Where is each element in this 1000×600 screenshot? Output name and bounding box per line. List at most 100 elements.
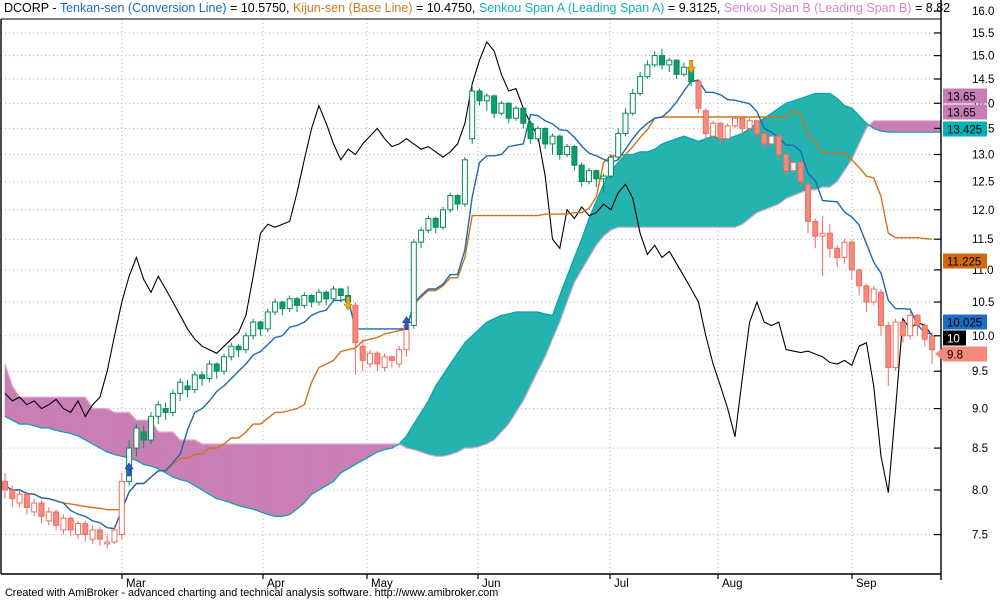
cloud-segment xyxy=(918,121,925,132)
cloud-segment xyxy=(691,139,698,228)
cloud-segment xyxy=(830,94,837,188)
cloud-segment xyxy=(604,171,611,237)
y-tick-label: 12.0 xyxy=(972,205,994,217)
candle-body xyxy=(871,289,876,302)
cloud-segment xyxy=(925,121,932,132)
cloud-segment xyxy=(450,353,457,454)
y-tick-label: 10.0 xyxy=(972,331,994,343)
cloud-segment xyxy=(209,444,216,499)
candle-body xyxy=(594,171,599,179)
cloud-segment xyxy=(647,149,654,227)
candle-body xyxy=(587,171,592,182)
candle-body xyxy=(565,147,570,155)
candle-body xyxy=(535,128,540,138)
cloud-segment xyxy=(195,440,202,490)
candle-body xyxy=(54,512,59,526)
candle-body xyxy=(24,494,29,507)
candle-body xyxy=(192,375,197,390)
cloud-segment xyxy=(436,375,443,456)
month-label: Sep xyxy=(856,578,876,590)
cloud-segment xyxy=(282,444,289,516)
cloud-segment xyxy=(509,312,516,424)
flag-value: 11.225 xyxy=(947,257,981,269)
candle-body xyxy=(331,289,336,299)
y-tick-label: 12.5 xyxy=(972,177,994,189)
cloud-segment xyxy=(56,397,63,432)
credit-footer: Created with AmiBroker - advanced charti… xyxy=(5,587,498,599)
price-flag: 10 xyxy=(943,331,966,346)
candle-body xyxy=(470,91,475,139)
price-plot[interactable]: 16.015.515.014.514.013.513.012.512.011.5… xyxy=(0,0,1000,600)
cloud-segment xyxy=(334,444,341,481)
y-axis: 16.015.515.014.514.013.513.012.512.011.5… xyxy=(934,6,994,542)
title-segment: Senkou Span A (Leading Span A) xyxy=(479,1,665,15)
cloud-segment xyxy=(107,409,114,455)
candle-body xyxy=(61,518,66,530)
y-tick-label: 9.0 xyxy=(972,404,988,416)
cloud-segment xyxy=(728,136,735,227)
flag-value: 13.65 xyxy=(947,108,976,120)
cloud-segment xyxy=(253,444,260,512)
candle-body xyxy=(273,302,278,312)
cloud-segment xyxy=(93,409,100,449)
candle-body xyxy=(258,322,263,329)
candle-body xyxy=(163,409,168,413)
cloud-segment xyxy=(545,314,552,357)
cloud-segment xyxy=(275,444,282,516)
candle-body xyxy=(601,176,606,179)
month-label: Aug xyxy=(722,578,742,590)
candle-body xyxy=(842,242,847,257)
month-label: Jul xyxy=(614,578,629,590)
candle-body xyxy=(550,136,555,144)
chart-title: DCORP - Tenkan-sen (Conversion Line) = 1… xyxy=(4,1,950,15)
candle-body xyxy=(119,481,124,534)
cloud-segment xyxy=(699,139,706,228)
candle-body xyxy=(645,65,650,77)
candle-body xyxy=(353,305,358,342)
candle-body xyxy=(397,350,402,364)
candle-body xyxy=(389,357,394,361)
cloud-segment xyxy=(421,401,428,455)
candle-body xyxy=(455,196,460,205)
candle-body xyxy=(433,218,438,227)
candle-body xyxy=(375,353,380,364)
y-tick-label: 15.5 xyxy=(972,28,994,40)
cloud-segment xyxy=(487,319,494,444)
candle-body xyxy=(97,530,102,539)
cloud-segment xyxy=(582,219,589,270)
candle-body xyxy=(521,108,526,123)
candle-body xyxy=(754,121,759,134)
cloud-segment xyxy=(538,312,545,371)
plot-layers xyxy=(3,42,947,549)
y-tick-label: 13.0 xyxy=(972,149,994,161)
candle-body xyxy=(579,165,584,181)
cloud-segment xyxy=(458,343,465,452)
candle-body xyxy=(484,96,489,101)
candle-body xyxy=(280,302,285,309)
candle-body xyxy=(900,322,905,336)
candle-body xyxy=(864,286,869,302)
y-tick-label: 11.5 xyxy=(972,234,994,246)
candle-body xyxy=(733,118,738,126)
cloud-segment xyxy=(764,113,771,210)
cloud-segment xyxy=(910,121,917,132)
cloud-segment xyxy=(531,312,538,386)
candle-body xyxy=(499,103,504,113)
candle-body xyxy=(83,524,88,535)
candle-body xyxy=(178,382,183,393)
candle-body xyxy=(506,103,511,118)
candle-body xyxy=(762,134,767,144)
cloud-segment xyxy=(115,412,122,456)
cloud-segment xyxy=(319,444,326,490)
candle-body xyxy=(46,512,51,521)
candle-body xyxy=(849,242,854,270)
cloud-segment xyxy=(341,444,348,473)
cloud-segment xyxy=(217,444,224,500)
cloud-segment xyxy=(669,139,676,228)
price-flag: 13.65 xyxy=(943,105,987,120)
candle-body xyxy=(608,157,613,176)
flag-value: 10.025 xyxy=(947,318,982,330)
candle-body xyxy=(309,296,314,303)
cloud-segment xyxy=(443,364,450,456)
candle-body xyxy=(185,386,190,390)
